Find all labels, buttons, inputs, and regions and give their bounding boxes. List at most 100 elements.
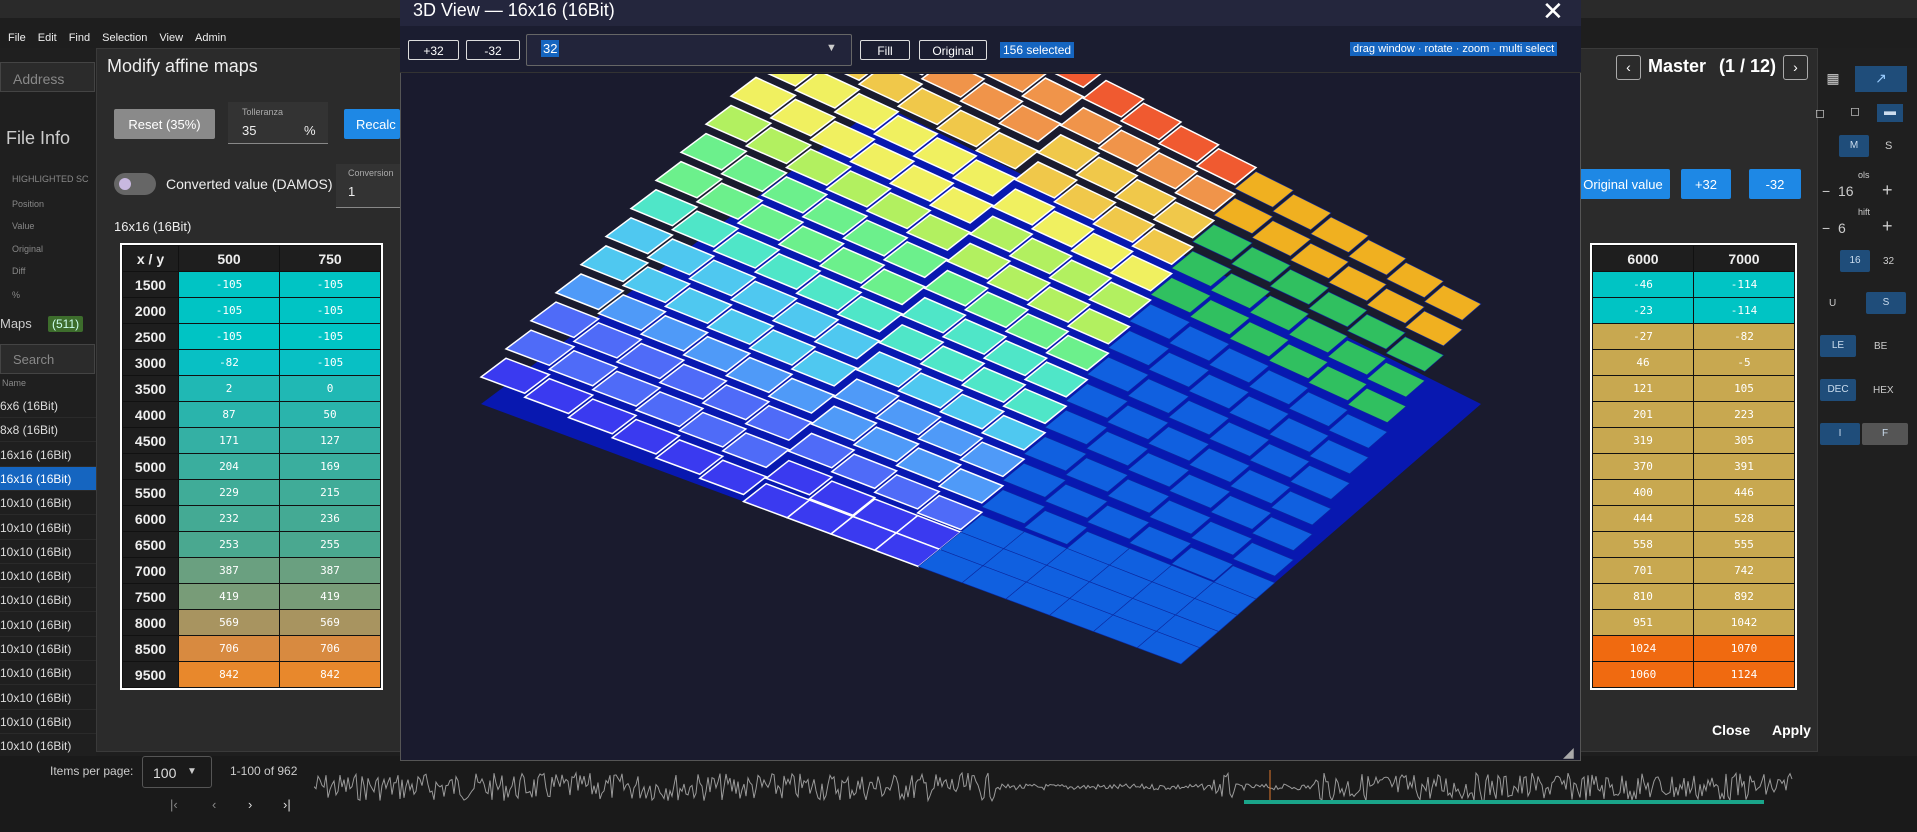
table-cell[interactable]: 951 [1592,609,1694,636]
map-list-item[interactable]: 16x16 (16Bit) [0,443,96,467]
table-cell[interactable]: -105 [279,271,381,298]
items-per-page-select[interactable]: 100 ▼ [142,756,212,788]
table-cell[interactable]: 842 [279,661,381,688]
table-cell[interactable]: 204 [178,453,280,480]
table-cell[interactable]: 87 [178,401,280,428]
map-list-item[interactable]: 10x10 (16Bit) [0,491,96,516]
table-cell[interactable]: 201 [1592,401,1694,428]
close-icon[interactable]: ✕ [1542,0,1564,27]
menu-file[interactable]: File [8,32,26,44]
table-cell[interactable]: 701 [1592,557,1694,584]
map-list-item[interactable]: 10x10 (16Bit) [0,637,96,661]
map-list-item[interactable]: 10x10 (16Bit) [0,661,96,686]
table-cell[interactable]: 2 [178,375,280,402]
table-cell[interactable]: 127 [279,427,381,454]
tolerance-field[interactable]: Tolleranza 35 % [228,102,328,144]
table-cell[interactable]: 215 [279,479,381,506]
hex-waveform[interactable] [314,770,1794,804]
table-cell[interactable]: -105 [279,349,381,376]
resize-handle-icon[interactable]: ◢ [1563,744,1574,761]
dialog-plus-button[interactable]: +32 [408,40,459,60]
table-cell[interactable]: -105 [178,297,280,324]
table-cell[interactable]: -105 [279,323,381,350]
table-cell[interactable]: 558 [1592,531,1694,558]
last-page-icon[interactable]: ›| [283,797,291,812]
map-list-item[interactable]: 10x10 (16Bit) [0,516,96,540]
table-cell[interactable]: 569 [178,609,280,636]
address-input[interactable]: Address [0,62,95,92]
table-cell[interactable]: -114 [1693,297,1795,324]
table-cell[interactable]: -82 [178,349,280,376]
table-cell[interactable]: -82 [1693,323,1795,350]
fill-square-icon[interactable]: ▬ [1877,104,1903,122]
menu-selection[interactable]: Selection [102,32,147,44]
table-cell[interactable]: -27 [1592,323,1694,350]
reset-button[interactable]: Reset (35%) [114,109,215,139]
table-cell[interactable]: 1070 [1693,635,1795,662]
close-button[interactable]: Close [1712,722,1750,738]
table-cell[interactable]: 391 [1693,453,1795,480]
original-button[interactable]: Original [919,40,987,60]
unsigned-button[interactable]: U [1829,298,1836,309]
shift-plus[interactable]: + [1882,216,1893,237]
table-cell[interactable]: 50 [279,401,381,428]
grid-icon[interactable]: ▦ [1822,70,1844,90]
dialog-minus-button[interactable]: -32 [466,40,520,60]
table-cell[interactable]: -114 [1693,271,1795,298]
cols-plus[interactable]: + [1882,180,1893,201]
table-cell[interactable]: 319 [1592,427,1694,454]
table-cell[interactable]: 555 [1693,531,1795,558]
step-select[interactable] [526,34,852,66]
table-cell[interactable]: 171 [178,427,280,454]
menu-admin[interactable]: Admin [195,32,226,44]
table-cell[interactable]: 0 [279,375,381,402]
small-square-icon-b[interactable]: ◻ [1850,104,1860,118]
table-cell[interactable]: 253 [178,531,280,558]
table-cell[interactable]: 370 [1592,453,1694,480]
map-list-item[interactable]: 10x10 (16Bit) [0,613,96,637]
map-list-item[interactable]: 6x6 (16Bit) [0,394,96,418]
small-square-icon-a[interactable]: ◻ [1815,106,1825,120]
minus-32-button[interactable]: -32 [1749,169,1801,199]
shift-minus[interactable]: − [1822,220,1830,236]
menu-edit[interactable]: Edit [38,32,57,44]
first-page-icon[interactable]: |‹ [170,797,178,812]
next-icon[interactable]: › [248,797,252,812]
table-cell[interactable]: -23 [1592,297,1694,324]
map-list-item[interactable]: 10x10 (16Bit) [0,734,96,759]
table-cell[interactable]: 400 [1592,479,1694,506]
table-cell[interactable]: 255 [279,531,381,558]
table-cell[interactable]: 446 [1693,479,1795,506]
fill-button[interactable]: Fill [860,40,910,60]
table-cell[interactable]: 1042 [1693,609,1795,636]
table-cell[interactable]: -105 [178,323,280,350]
prev-page-icon[interactable]: ‹ [1616,55,1641,80]
table-cell[interactable]: 1124 [1693,661,1795,688]
table-cell[interactable]: 46 [1592,349,1694,376]
recalc-button[interactable]: Recalc [344,109,400,139]
table-cell[interactable]: 892 [1693,583,1795,610]
3d-surface-canvas[interactable] [401,74,1580,760]
map-list-item[interactable]: 16x16 (16Bit) [0,466,96,491]
original-value-button[interactable]: Original value [1576,169,1670,199]
table-cell[interactable]: -46 [1592,271,1694,298]
table-cell[interactable]: -5 [1693,349,1795,376]
menu-find[interactable]: Find [69,32,90,44]
maps-search-input[interactable]: Search [0,344,95,374]
table-cell[interactable]: 842 [178,661,280,688]
converted-toggle[interactable] [114,173,156,195]
table-cell[interactable]: 1024 [1592,635,1694,662]
dec-button[interactable]: DEC [1820,379,1856,401]
table-cell[interactable]: 305 [1693,427,1795,454]
table-cell[interactable]: 706 [178,635,280,662]
table-cell[interactable]: 419 [178,583,280,610]
plus-32-button[interactable]: +32 [1681,169,1731,199]
table-cell[interactable]: 169 [279,453,381,480]
table-cell[interactable]: 387 [279,557,381,584]
table-cell[interactable]: 387 [178,557,280,584]
table-cell[interactable]: 419 [279,583,381,610]
prev-icon[interactable]: ‹ [212,797,216,812]
chart-icon[interactable]: ↗ [1855,66,1907,92]
table-cell[interactable]: 444 [1592,505,1694,532]
table-cell[interactable]: 232 [178,505,280,532]
